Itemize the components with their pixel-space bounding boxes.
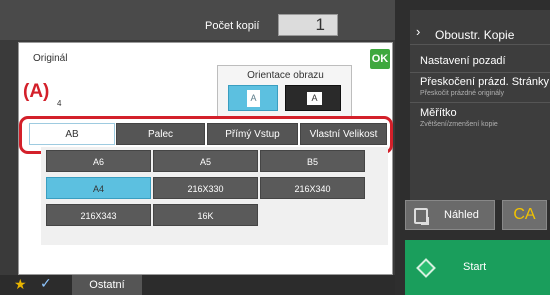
orientation-label: Orientace obrazu	[247, 70, 324, 81]
divider	[410, 72, 550, 73]
ok-button[interactable]: OK	[370, 49, 390, 69]
orientation-landscape-button[interactable]: A	[285, 85, 341, 111]
copy-screen: Počet kopií 1 › Oboustr. Kopie Nastavení…	[0, 0, 550, 295]
size-grid: A6 A5 B5 A4 216X330 216X340 216X343 16K	[41, 147, 388, 245]
tab-custom-size[interactable]: Vlastní Velikost	[300, 123, 387, 145]
size-216x340-button[interactable]: 216X340	[260, 177, 365, 199]
tab-ab[interactable]: AB	[29, 123, 115, 145]
top-bar: Počet kopií 1	[0, 0, 395, 40]
callout-sub: 4	[57, 99, 62, 108]
tab-direct-entry[interactable]: Přímý Vstup	[207, 123, 298, 145]
size-a5-button[interactable]: A5	[153, 150, 258, 172]
scale-item[interactable]: Měřítko	[420, 107, 457, 119]
preview-label: Náhled	[444, 209, 479, 221]
size-b5-button[interactable]: B5	[260, 150, 365, 172]
clear-all-button[interactable]: CA	[502, 200, 547, 230]
start-icon	[416, 258, 436, 278]
preview-icon	[414, 208, 429, 225]
original-size-dialog: Originál OK Orientace obrazu A A (A) 4 A…	[18, 42, 393, 275]
bottom-bar: ★ ✓ Ostatní	[0, 275, 395, 295]
orientation-portrait-button[interactable]: A	[228, 85, 278, 111]
duplex-copy-item[interactable]: Oboustr. Kopie	[435, 28, 514, 42]
star-icon[interactable]: ★	[14, 276, 27, 293]
start-button[interactable]: Start	[405, 240, 550, 295]
copies-input[interactable]: 1	[278, 14, 338, 36]
background-setting-item[interactable]: Nastavení pozadí	[420, 55, 506, 67]
tab-inch[interactable]: Palec	[116, 123, 205, 145]
other-button[interactable]: Ostatní	[72, 275, 142, 295]
check-icon[interactable]: ✓	[40, 275, 52, 292]
landscape-doc-icon: A	[307, 92, 322, 105]
divider	[410, 44, 550, 45]
callout-label: (A)	[23, 81, 50, 102]
blank-page-skip-item[interactable]: Přeskočení prázd. Stránky	[420, 76, 549, 88]
divider	[410, 102, 550, 103]
start-label: Start	[463, 261, 487, 273]
settings-list: › Oboustr. Kopie Nastavení pozadí Přesko…	[410, 10, 550, 200]
copies-label: Počet kopií	[205, 20, 260, 32]
blank-page-skip-sub: Přeskočit prázdné originály	[420, 90, 505, 97]
preview-button[interactable]: Náhled	[405, 200, 495, 230]
size-16k-button[interactable]: 16K	[153, 204, 258, 226]
size-a4-button[interactable]: A4	[46, 177, 151, 199]
scale-sub: Zvětšení/zmenšení kopie	[420, 121, 498, 128]
size-a6-button[interactable]: A6	[46, 150, 151, 172]
size-216x343-button[interactable]: 216X343	[46, 204, 151, 226]
dialog-title: Originál	[33, 53, 68, 64]
chevron-right-icon: ›	[416, 24, 421, 39]
size-216x330-button[interactable]: 216X330	[153, 177, 258, 199]
portrait-doc-icon: A	[247, 90, 260, 107]
orientation-group: Orientace obrazu A A	[217, 65, 352, 117]
